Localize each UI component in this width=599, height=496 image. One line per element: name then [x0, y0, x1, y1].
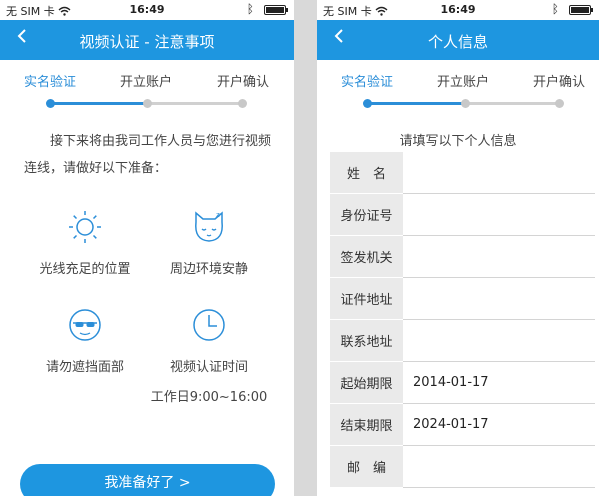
issuing-authority-input[interactable] [403, 236, 595, 278]
step-progress-line [50, 102, 148, 105]
intro-text: 接下来将由我司工作人员与您进行视频连线，请做好以下准备： [24, 134, 272, 176]
id-number-input[interactable] [403, 194, 595, 236]
field-label-start-date: 起始期限 [330, 362, 403, 404]
prep-label-quiet: 周边环境安静 [169, 262, 248, 277]
step-track-line [148, 102, 243, 105]
prep-label-lighting: 光线充足的位置 [39, 262, 131, 277]
form-row-issuing-authority: 签发机关 [330, 236, 595, 278]
field-label-end-date: 结束期限 [330, 404, 403, 446]
sun-icon [69, 211, 101, 243]
clock-icon [193, 309, 225, 341]
nav-bar: 视频认证 - 注意事项 [0, 20, 294, 60]
personal-info-form: 姓 名 身份证号 签发机关 证件地址 联系地址 起始期限 2014-01-17 … [330, 152, 595, 488]
service-hours: 工作日9:00~16:00 [150, 390, 268, 405]
status-bar: 无 SIM 卡 16:49 ᛒ [0, 0, 294, 20]
form-row-contact-address: 联系地址 [330, 320, 595, 362]
contact-address-input[interactable] [403, 320, 595, 362]
prep-item-lighting: 光线充足的位置 [20, 210, 150, 277]
battery-icon [569, 5, 593, 15]
step-progress-line [367, 102, 465, 105]
bluetooth-icon: ᛒ [551, 2, 559, 16]
step-indicator: 实名验证 开立账户 开户确认 [317, 60, 599, 110]
form-row-name: 姓 名 [330, 152, 595, 194]
step-dot-3 [238, 99, 247, 108]
prep-label-face: 请勿遮挡面部 [45, 360, 124, 375]
step-dot-3 [555, 99, 564, 108]
bluetooth-icon: ᛒ [246, 2, 254, 16]
step-dot-2 [143, 99, 152, 108]
form-hint: 请填写以下个人信息 [399, 134, 517, 149]
ready-button[interactable]: 我准备好了 > [20, 464, 275, 496]
step-dot-2 [461, 99, 470, 108]
start-date-input[interactable]: 2014-01-17 [403, 362, 595, 404]
battery-icon [264, 5, 288, 15]
step-track-line [465, 102, 559, 105]
notice-screen: 无 SIM 卡 16:49 ᛒ 视频认证 - 注意事项 实名验证 开立账户 开户… [0, 0, 294, 496]
field-label-contact-address: 联系地址 [330, 320, 403, 362]
end-date-input[interactable]: 2024-01-17 [403, 404, 595, 446]
id-address-input[interactable] [403, 278, 595, 320]
prep-label-time: 视频认证时间 [169, 360, 248, 375]
face-sunglasses-icon [69, 309, 101, 341]
step-label-verify: 实名验证 [341, 75, 394, 90]
field-label-name: 姓 名 [330, 152, 403, 194]
prep-item-face: 请勿遮挡面部 [20, 308, 150, 375]
step-label-open-account: 开立账户 [120, 75, 173, 90]
step-label-confirm: 开户确认 [217, 75, 270, 90]
status-bar: 无 SIM 卡 16:49 ᛒ [317, 0, 599, 20]
svg-text:z: z [216, 211, 220, 219]
form-row-start-date: 起始期限 2014-01-17 [330, 362, 595, 404]
step-label-verify: 实名验证 [24, 75, 77, 90]
name-input[interactable] [403, 152, 595, 194]
step-indicator: 实名验证 开立账户 开户确认 [0, 60, 294, 110]
form-row-postcode: 邮 编 [330, 446, 595, 488]
nav-bar: 个人信息 [317, 20, 599, 60]
prep-item-time: 视频认证时间 工作日9:00~16:00 [144, 308, 274, 405]
field-label-issuing-authority: 签发机关 [330, 236, 403, 278]
prep-item-quiet: z 周边环境安静 [144, 210, 274, 277]
page-title: 视频认证 - 注意事项 [79, 33, 215, 51]
form-row-id-address: 证件地址 [330, 278, 595, 320]
field-label-postcode: 邮 编 [330, 446, 403, 488]
step-label-confirm: 开户确认 [533, 75, 586, 90]
page-title: 个人信息 [427, 33, 488, 51]
personal-info-screen: 无 SIM 卡 16:49 ᛒ 个人信息 实名验证 开立账户 开户确认 请填写以… [317, 0, 599, 496]
step-label-open-account: 开立账户 [437, 75, 490, 90]
field-label-id-address: 证件地址 [330, 278, 403, 320]
field-label-id-number: 身份证号 [330, 194, 403, 236]
sleeping-cat-icon: z [195, 211, 223, 242]
form-row-id-number: 身份证号 [330, 194, 595, 236]
step-dot-1 [46, 99, 55, 108]
form-row-end-date: 结束期限 2024-01-17 [330, 404, 595, 446]
step-dot-1 [363, 99, 372, 108]
postcode-input[interactable] [403, 446, 595, 488]
